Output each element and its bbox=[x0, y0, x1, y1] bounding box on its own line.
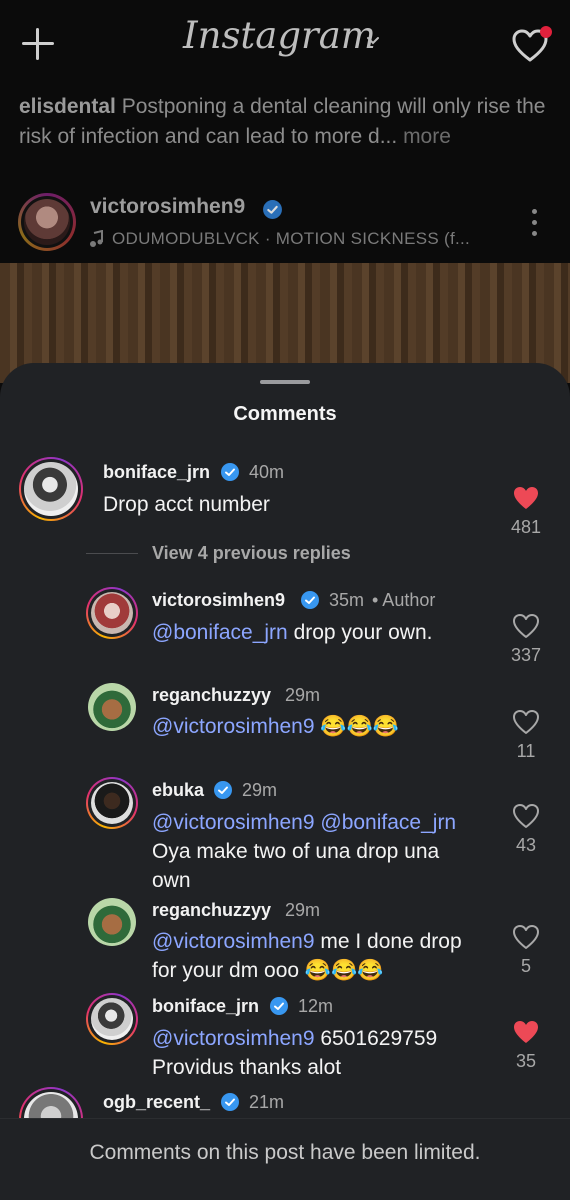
comment-text: @victorosimhen9 😂😂😂 bbox=[152, 715, 399, 738]
sheet-title: Comments bbox=[233, 403, 337, 425]
verified-badge-icon bbox=[301, 591, 319, 609]
comment-time: 29m bbox=[285, 685, 321, 705]
like-count: 43 bbox=[515, 835, 537, 855]
comment-text: @boniface_jrn drop your own. bbox=[152, 621, 433, 644]
comment-username[interactable]: ogb_recent_ bbox=[103, 1092, 210, 1113]
comments-limited-footer: Comments on this post have been limited. bbox=[0, 1118, 570, 1200]
top-bar: Instagram bbox=[0, 0, 570, 88]
mention-link[interactable]: @victorosimhen9 bbox=[152, 930, 315, 953]
comment-username[interactable]: reganchuzzyy bbox=[152, 900, 271, 921]
comment-time: 21m bbox=[249, 1092, 285, 1112]
notification-dot bbox=[540, 26, 552, 38]
verified-badge-icon bbox=[221, 1093, 239, 1111]
comment-time: 35m bbox=[329, 590, 365, 610]
comment-text: @victorosimhen9 @boniface_jrn Oya make tw… bbox=[152, 811, 457, 892]
chevron-down-icon[interactable] bbox=[366, 34, 380, 48]
avatar[interactable] bbox=[86, 777, 138, 829]
comment-time: 29m bbox=[285, 900, 321, 920]
like-count: 35 bbox=[515, 1051, 537, 1071]
liked-heart-icon[interactable] bbox=[512, 1019, 540, 1045]
view-replies-label: View 4 previous replies bbox=[152, 543, 351, 563]
like-count: 11 bbox=[516, 741, 536, 761]
verified-badge-icon bbox=[221, 463, 239, 481]
verified-badge-icon bbox=[214, 781, 232, 799]
liked-heart-icon[interactable] bbox=[512, 485, 540, 511]
mention-link[interactable]: @victorosimhen9 @boniface_jrn bbox=[152, 811, 456, 834]
avatar[interactable] bbox=[88, 683, 136, 731]
verified-badge-icon bbox=[270, 997, 288, 1015]
like-count: 337 bbox=[510, 645, 542, 665]
comment-username[interactable]: boniface_jrn bbox=[152, 996, 259, 1017]
mention-link[interactable]: @boniface_jrn bbox=[152, 621, 288, 644]
comment-time: 12m bbox=[298, 996, 334, 1016]
comment-time: 40m bbox=[249, 462, 285, 482]
post-header: victorosimhen9 ODUMODUBLVCK · MOTION SIC… bbox=[0, 185, 570, 261]
avatar[interactable] bbox=[19, 457, 83, 521]
post-avatar[interactable] bbox=[18, 193, 76, 251]
sheet-drag-handle[interactable] bbox=[260, 380, 310, 384]
instagram-logo[interactable]: Instagram bbox=[183, 14, 376, 57]
author-label: • Author bbox=[372, 590, 436, 610]
avatar[interactable] bbox=[86, 993, 138, 1045]
view-previous-replies-button[interactable]: View 4 previous replies bbox=[86, 543, 386, 567]
comment-username[interactable]: boniface_jrn bbox=[103, 462, 210, 483]
comment-username[interactable]: ebuka bbox=[152, 780, 204, 801]
comment-username[interactable]: victorosimhen9 bbox=[152, 590, 285, 611]
comment-text: Drop acct number bbox=[103, 493, 270, 516]
comment-username[interactable]: reganchuzzyy bbox=[152, 685, 271, 706]
more-options-icon[interactable] bbox=[532, 209, 538, 239]
post-caption[interactable]: elisdental Postponing a dental cleaning … bbox=[19, 92, 559, 152]
post-username[interactable]: victorosimhen9 bbox=[90, 195, 245, 219]
verified-badge-icon bbox=[263, 200, 282, 219]
heart-outline-icon[interactable] bbox=[512, 803, 540, 829]
music-note-icon bbox=[90, 230, 103, 247]
create-post-icon[interactable] bbox=[20, 26, 56, 62]
reply-thread-line bbox=[86, 553, 138, 554]
comments-limited-notice: Comments on this post have been limited. bbox=[89, 1141, 481, 1164]
mention-link[interactable]: @victorosimhen9 bbox=[152, 1027, 315, 1050]
like-count: 5 bbox=[520, 956, 531, 976]
heart-outline-icon[interactable] bbox=[512, 613, 540, 639]
avatar[interactable] bbox=[88, 898, 136, 946]
heart-outline-icon[interactable] bbox=[512, 924, 540, 950]
like-count: 481 bbox=[510, 517, 542, 537]
caption-username[interactable]: elisdental bbox=[19, 95, 116, 118]
post-music-label[interactable]: ODUMODUBLVCK · MOTION SICKNESS (f... bbox=[112, 229, 470, 249]
comment-text: @victorosimhen9 me I done drop for your … bbox=[152, 930, 462, 982]
comment-time: 29m bbox=[242, 780, 278, 800]
mention-link[interactable]: @victorosimhen9 bbox=[152, 715, 315, 738]
caption-more-link[interactable]: more bbox=[403, 125, 451, 148]
heart-outline-icon[interactable] bbox=[512, 709, 540, 735]
avatar[interactable] bbox=[86, 587, 138, 639]
comments-sheet: Comments boniface_jrn 40m Drop acct numb… bbox=[0, 363, 570, 1200]
comment-text: @victorosimhen9 6501629759 Providus than… bbox=[152, 1027, 438, 1079]
